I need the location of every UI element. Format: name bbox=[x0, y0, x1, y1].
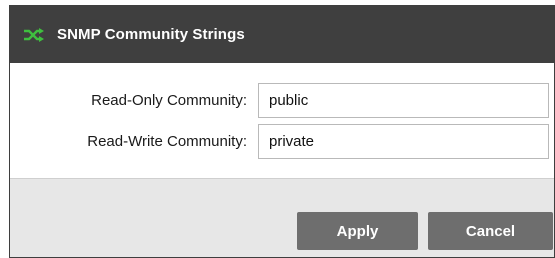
read-write-community-input[interactable] bbox=[258, 123, 549, 159]
snmp-community-dialog: SNMP Community Strings Read-Only Communi… bbox=[9, 5, 555, 258]
cancel-button[interactable]: Cancel bbox=[428, 212, 553, 250]
dialog-footer: Apply Cancel bbox=[10, 178, 554, 257]
read-write-label: Read-Write Community: bbox=[87, 132, 247, 150]
dialog-title: SNMP Community Strings bbox=[57, 26, 245, 43]
read-only-row: Read-Only Community: bbox=[10, 82, 554, 118]
dialog-body: Read-Only Community: Read-Write Communit… bbox=[10, 63, 554, 178]
apply-button[interactable]: Apply bbox=[297, 212, 418, 250]
dialog-titlebar: SNMP Community Strings bbox=[10, 6, 554, 63]
read-only-label: Read-Only Community: bbox=[91, 91, 247, 109]
read-write-row: Read-Write Community: bbox=[10, 123, 554, 159]
read-only-community-input[interactable] bbox=[258, 82, 549, 118]
shuffle-icon bbox=[23, 27, 44, 42]
